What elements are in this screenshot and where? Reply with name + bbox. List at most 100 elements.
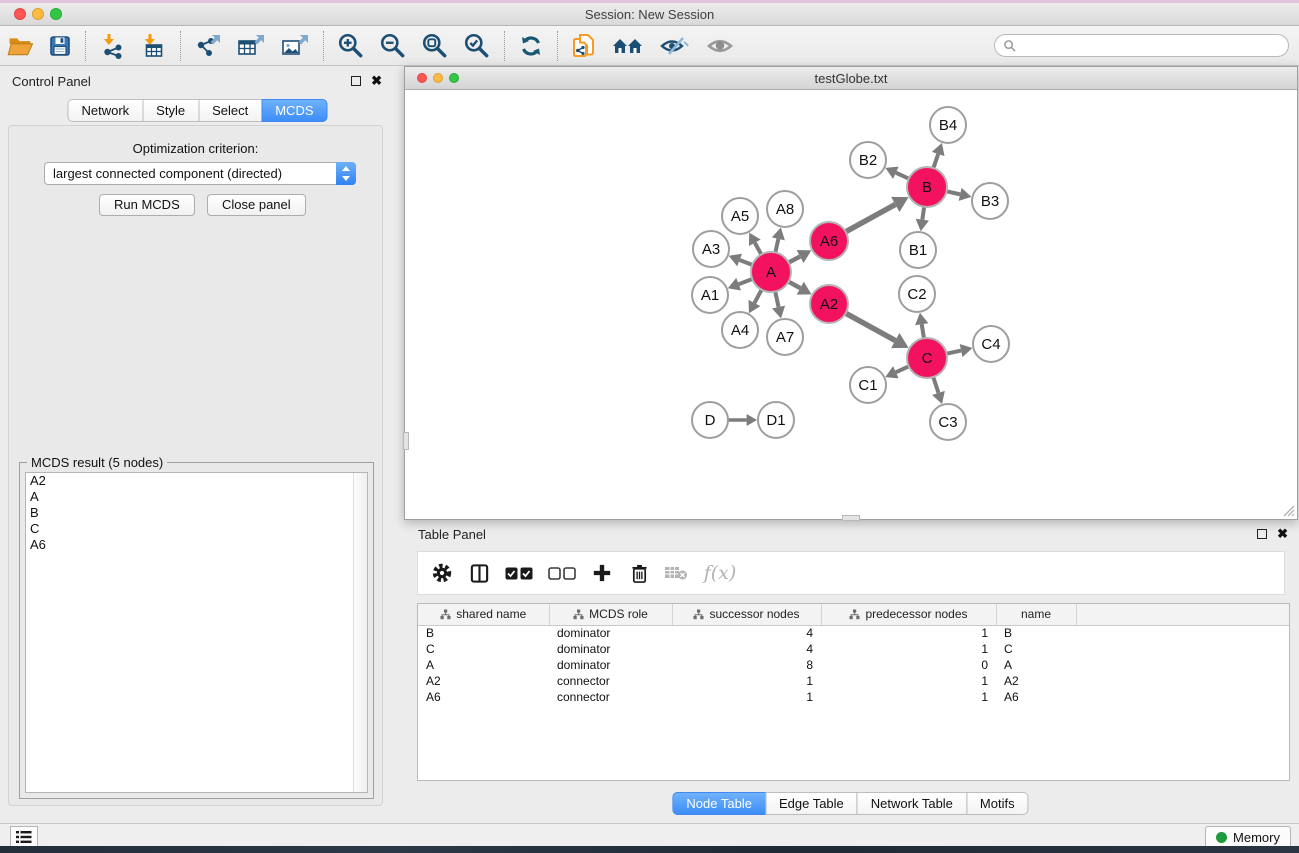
mcds-result-item[interactable]: B xyxy=(26,505,367,521)
graph-node-D[interactable]: D xyxy=(692,402,728,438)
result-scrollbar[interactable] xyxy=(353,473,367,792)
table-header-row[interactable]: shared name MCDS role successor nodes xyxy=(418,604,1289,625)
criterion-dropdown[interactable]: largest connected component (directed) xyxy=(44,162,356,185)
graph-edge-A-A4[interactable] xyxy=(754,290,761,303)
task-history-button[interactable] xyxy=(10,826,38,848)
left-resize-handle[interactable] xyxy=(403,432,409,450)
column-header-mcds-role[interactable]: MCDS role xyxy=(549,604,672,625)
close-panel-icon[interactable]: ✖ xyxy=(1277,526,1288,542)
float-panel-icon[interactable] xyxy=(1257,529,1267,539)
memory-button[interactable]: Memory xyxy=(1205,826,1291,848)
network-window-titlebar[interactable]: testGlobe.txt xyxy=(405,67,1297,90)
resize-gripper-icon[interactable] xyxy=(1281,503,1295,517)
graph-node-C4[interactable]: C4 xyxy=(973,326,1009,362)
table-settings-button[interactable] xyxy=(428,559,456,587)
mcds-result-item[interactable]: A2 xyxy=(26,473,367,489)
duplicate-network-button[interactable] xyxy=(564,30,604,62)
graph-edge-A-A1[interactable] xyxy=(739,279,753,284)
select-all-button[interactable] xyxy=(502,559,536,587)
column-header-shared-name[interactable]: shared name xyxy=(418,604,549,625)
graph-node-C3[interactable]: C3 xyxy=(930,404,966,440)
import-table-button[interactable] xyxy=(133,30,174,62)
graph-edge-A-A5[interactable] xyxy=(755,243,761,255)
table-row[interactable]: Cdominator41C xyxy=(418,641,1289,657)
graph-edge-A-A2[interactable] xyxy=(789,282,801,288)
delete-column-button[interactable] xyxy=(625,559,653,587)
import-network-button[interactable] xyxy=(92,30,133,62)
search-field[interactable] xyxy=(994,34,1289,57)
graph-node-A[interactable]: A xyxy=(751,252,791,292)
graph-edge-C-C3[interactable] xyxy=(933,377,938,393)
save-session-button[interactable] xyxy=(41,30,79,62)
tab-select[interactable]: Select xyxy=(198,99,262,122)
tab-style[interactable]: Style xyxy=(142,99,199,122)
graph-node-A6[interactable]: A6 xyxy=(810,222,848,260)
close-panel-icon[interactable]: ✖ xyxy=(371,73,382,89)
export-table-button[interactable] xyxy=(229,30,273,62)
close-panel-button[interactable]: Close panel xyxy=(207,194,306,216)
tab-network-table[interactable]: Network Table xyxy=(857,792,967,815)
export-network-button[interactable] xyxy=(187,30,229,62)
graph-edge-B-B3[interactable] xyxy=(947,191,961,194)
graph-node-C[interactable]: C xyxy=(907,338,947,378)
graph-node-B[interactable]: B xyxy=(907,167,947,207)
mcds-result-item[interactable]: A6 xyxy=(26,537,367,553)
graph-node-B4[interactable]: B4 xyxy=(930,107,966,143)
table-row[interactable]: Adominator80A xyxy=(418,657,1289,673)
graph-node-B2[interactable]: B2 xyxy=(850,142,886,178)
export-image-button[interactable] xyxy=(273,30,317,62)
node-table[interactable]: shared name MCDS role successor nodes xyxy=(417,603,1290,781)
mcds-result-item[interactable]: A xyxy=(26,489,367,505)
graph-edge-B-B1[interactable] xyxy=(922,207,924,220)
tab-mcds[interactable]: MCDS xyxy=(261,99,327,122)
refresh-button[interactable] xyxy=(511,30,551,62)
graph-node-A8[interactable]: A8 xyxy=(767,191,803,227)
graph-edge-A6-B[interactable] xyxy=(846,204,896,231)
column-header-successor-nodes[interactable]: successor nodes xyxy=(672,604,821,625)
deselect-all-button[interactable] xyxy=(545,559,579,587)
table-row[interactable]: A6connector11A6 xyxy=(418,689,1289,705)
zoom-selected-button[interactable] xyxy=(456,30,498,62)
graph-node-D1[interactable]: D1 xyxy=(758,402,794,438)
graph-node-A2[interactable]: A2 xyxy=(810,285,848,323)
graph-node-C1[interactable]: C1 xyxy=(850,367,886,403)
graph-edge-A-A7[interactable] xyxy=(775,292,778,308)
network-canvas[interactable]: B4B2BB3A5A8A6A3B1AC2A1A2A4A7C4CC1C3DD1 xyxy=(406,91,1296,519)
graph-node-B3[interactable]: B3 xyxy=(972,183,1008,219)
graph-node-A7[interactable]: A7 xyxy=(767,319,803,355)
graph-node-A1[interactable]: A1 xyxy=(692,277,728,313)
create-column-button[interactable] xyxy=(588,559,616,587)
mcds-result-list[interactable]: A2ABCA6 xyxy=(25,472,368,793)
float-panel-icon[interactable] xyxy=(351,76,361,86)
zoom-out-button[interactable] xyxy=(372,30,414,62)
graph-edge-C-C2[interactable] xyxy=(922,324,924,338)
graph-edge-C-C1[interactable] xyxy=(896,366,909,372)
graph-node-A4[interactable]: A4 xyxy=(722,312,758,348)
graph-edge-B-B2[interactable] xyxy=(896,173,909,179)
graph-edge-B-B4[interactable] xyxy=(933,154,938,168)
table-row[interactable]: A2connector11A2 xyxy=(418,673,1289,689)
show-graphics-button[interactable] xyxy=(698,30,744,62)
tab-network[interactable]: Network xyxy=(67,99,143,122)
column-header-name[interactable]: name xyxy=(996,604,1076,625)
graph-node-C2[interactable]: C2 xyxy=(899,276,935,312)
graph-edge-A-A6[interactable] xyxy=(789,256,800,262)
open-session-button[interactable] xyxy=(0,30,41,62)
search-input[interactable] xyxy=(1021,38,1288,54)
run-mcds-button[interactable]: Run MCDS xyxy=(99,194,195,216)
column-header-predecessor-nodes[interactable]: predecessor nodes xyxy=(821,604,996,625)
graph-edge-A-A8[interactable] xyxy=(775,239,778,253)
graph-edge-A-A3[interactable] xyxy=(740,260,753,265)
hide-graphics-button[interactable] xyxy=(652,30,698,62)
zoom-in-button[interactable] xyxy=(330,30,372,62)
graph-edge-A2-C[interactable] xyxy=(846,313,896,340)
tab-node-table[interactable]: Node Table xyxy=(672,792,766,815)
show-column-button[interactable] xyxy=(465,559,493,587)
table-row[interactable]: Bdominator41B xyxy=(418,625,1289,641)
zoom-fit-button[interactable] xyxy=(414,30,456,62)
mcds-result-item[interactable]: C xyxy=(26,521,367,537)
tab-motifs[interactable]: Motifs xyxy=(966,792,1029,815)
graph-edge-C-C4[interactable] xyxy=(947,351,962,354)
home-networks-button[interactable] xyxy=(604,30,652,62)
tab-edge-table[interactable]: Edge Table xyxy=(765,792,858,815)
